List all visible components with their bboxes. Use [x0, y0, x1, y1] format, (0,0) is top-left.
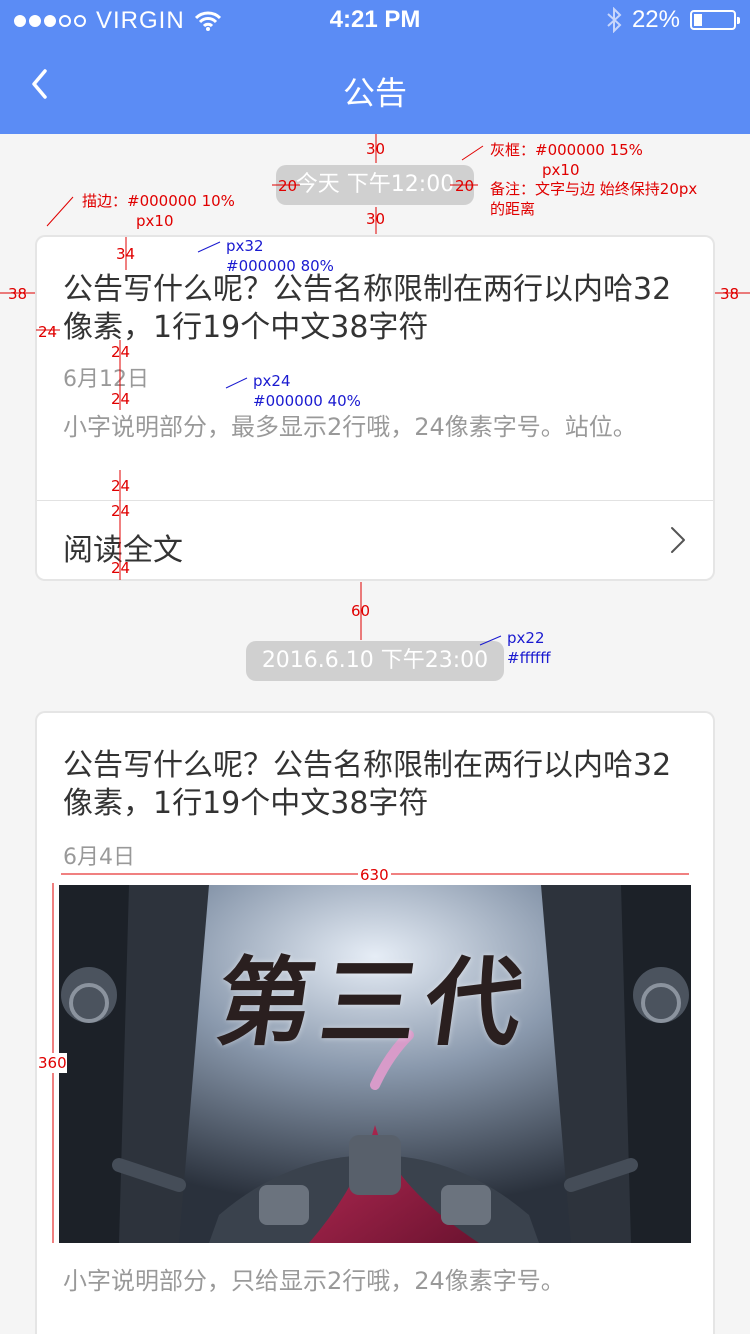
announcement-date: 6月4日 [63, 845, 135, 870]
battery-percent: 22% [631, 6, 680, 33]
top-bar: VIRGIN 4:21 PM 22% 公告 [0, 0, 750, 134]
annotation-date-color: #000000 40% [253, 392, 361, 410]
annotation-gap-below-pill: 30 [366, 210, 386, 228]
chevron-right-icon [671, 527, 685, 553]
bluetooth-icon [607, 7, 622, 33]
annotation-gap-between-cards: 60 [351, 602, 371, 620]
status-bar: VIRGIN 4:21 PM 22% [0, 0, 750, 40]
annotation-gap-24: 24 [111, 502, 131, 520]
annotation-stroke: 描边：#000000 10% [82, 192, 235, 210]
annotation-remark: 备注：文字与边 始终保持20px [490, 180, 698, 198]
annotation-gap-top: 30 [366, 140, 386, 158]
announcement-date: 6月12日 [63, 367, 149, 392]
status-right: 22% [606, 6, 740, 34]
announcement-card[interactable]: 公告写什么呢？公告名称限制在两行以内哈32像素，1行19个中文38字符 6月12… [35, 235, 715, 581]
nav-bar: 公告 [0, 40, 750, 134]
annotation-gray-box: 灰框：#000000 15% [490, 141, 643, 159]
annotation-remark-2: 的距离 [490, 200, 536, 218]
annotation-pill-padding-left: 20 [278, 177, 298, 195]
annotation-pill-padding-right: 20 [455, 177, 475, 195]
banner-title: 第三代 [209, 946, 538, 1059]
battery-level [694, 14, 702, 26]
annotation-gap-24: 24 [111, 390, 131, 408]
annotation-gap-24: 24 [111, 477, 131, 495]
annotation-date-size: px24 [253, 372, 291, 390]
annotation-pill-size: px22 [507, 629, 545, 647]
annotation-margin-left: 38 [8, 285, 28, 303]
annotation-gap-24: 24 [111, 343, 131, 361]
annotation-stroke-radius: px10 [136, 212, 174, 230]
page-title: 公告 [342, 74, 407, 112]
announcement-title: 公告写什么呢？公告名称限制在两行以内哈32像素，1行19个中文38字符 [63, 272, 672, 345]
annotation-margin-right: 38 [720, 285, 740, 303]
annotation-title-top: 34 [116, 245, 136, 263]
announcement-description: 小字说明部分，只给显示2行哦，24像素字号。 [63, 1267, 565, 1295]
announcement-description: 小字说明部分，最多显示2行哦，24像素字号。站位。 [63, 413, 637, 441]
annotation-image-width: 630 [358, 865, 391, 885]
annotation-image-height: 360 [38, 1053, 67, 1073]
annotation-pill-color: #ffffff [507, 649, 551, 667]
announcement-banner-image[interactable]: 第三代 [59, 885, 691, 1243]
announcement-title: 公告写什么呢？公告名称限制在两行以内哈32像素，1行19个中文38字符 [63, 748, 672, 821]
timestamp-pill: 今天 下午12:00 [276, 165, 474, 205]
timestamp-pill: 2016.6.10 下午23:00 [246, 641, 504, 681]
annotation-title-left: 24 [38, 323, 58, 341]
annotation-title-color: #000000 80% [226, 257, 334, 275]
announcement-card[interactable]: 公告写什么呢？公告名称限制在两行以内哈32像素，1行19个中文38字符 6月4日 [35, 711, 715, 1334]
battery-icon [690, 10, 740, 30]
annotation-title-size: px32 [226, 237, 264, 255]
read-more-row[interactable]: 阅读全文 [37, 501, 713, 581]
annotation-gray-box-radius: px10 [542, 161, 580, 179]
annotation-gap-24: 24 [111, 559, 131, 577]
